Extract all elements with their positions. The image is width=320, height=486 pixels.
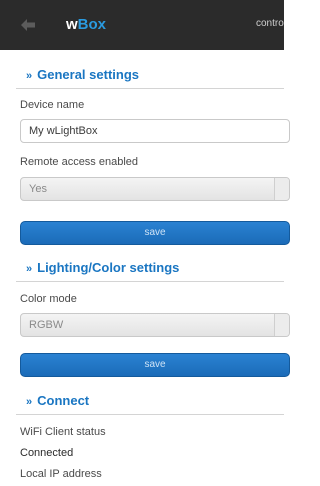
remote-access-value: Yes (29, 183, 47, 195)
general-save-button[interactable]: save (20, 221, 290, 245)
remote-access-label: Remote access enabled (20, 156, 139, 168)
local-ip-label: Local IP address (20, 468, 102, 480)
dropdown-caret (274, 314, 289, 336)
section-divider (16, 281, 284, 282)
section-general-label: General settings (37, 67, 139, 82)
wifi-status-value: Connected (20, 447, 74, 459)
app-logo: wBox (66, 16, 106, 33)
section-lighting-title: » Lighting/Color settings (26, 260, 179, 275)
section-divider (16, 414, 284, 415)
brand-prefix: w (66, 16, 78, 33)
double-chevron-icon: » (26, 396, 33, 408)
double-chevron-icon: » (26, 263, 33, 275)
double-chevron-icon: » (26, 70, 33, 82)
nav-control-link[interactable]: control (256, 18, 284, 29)
dropdown-caret (274, 178, 289, 200)
device-name-label: Device name (20, 99, 85, 111)
device-name-input[interactable]: My wLightBox (20, 119, 290, 143)
brand-accent: Box (77, 16, 107, 33)
arrow-left-icon (21, 19, 35, 31)
remote-access-select[interactable]: Yes (20, 177, 290, 201)
section-divider (16, 88, 284, 89)
section-connect-label: Connect (37, 393, 90, 408)
wifi-status-label: WiFi Client status (20, 426, 106, 438)
section-lighting-label: Lighting/Color settings (37, 260, 180, 275)
color-mode-select[interactable]: RGBW (20, 313, 290, 337)
color-mode-value: RGBW (29, 319, 64, 331)
section-connect-title: » Connect (26, 393, 89, 408)
back-button[interactable] (8, 10, 48, 40)
color-mode-label: Color mode (20, 293, 77, 305)
section-general-title: » General settings (26, 67, 139, 82)
lighting-save-button[interactable]: save (20, 353, 290, 377)
top-bar: wBox control (0, 0, 284, 50)
